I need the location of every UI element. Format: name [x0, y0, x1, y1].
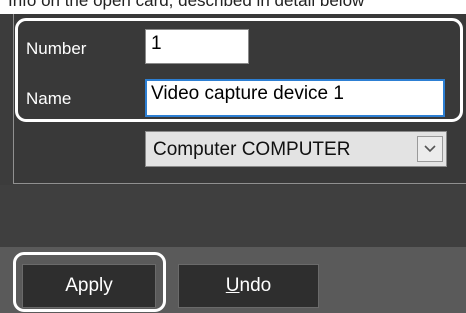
chevron-down-icon [424, 145, 436, 153]
computer-select-value: Computer COMPUTER [153, 139, 351, 160]
undo-button[interactable]: Undo [178, 264, 319, 308]
apply-button-highlight [13, 252, 166, 312]
computer-select[interactable]: Computer COMPUTER [145, 131, 447, 167]
dropdown-button[interactable] [417, 136, 443, 162]
partial-heading-text: Info on the open card, described in deta… [8, 0, 365, 10]
undo-label-rest: ndo [239, 275, 272, 296]
panel-empty-area [0, 185, 466, 247]
number-name-highlight [15, 18, 463, 122]
top-partial-text-strip: Info on the open card, described in deta… [0, 0, 466, 14]
undo-mnemonic: U [225, 275, 240, 296]
